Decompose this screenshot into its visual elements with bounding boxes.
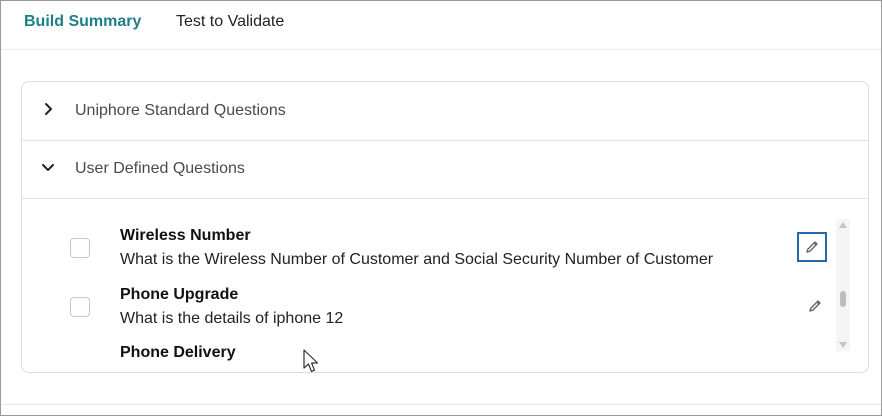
scroll-up-icon[interactable] bbox=[839, 222, 847, 228]
question-checkbox[interactable] bbox=[70, 297, 90, 317]
accordion-user-defined-questions[interactable]: User Defined Questions bbox=[22, 140, 868, 199]
accordion-title: Uniphore Standard Questions bbox=[75, 102, 286, 119]
pencil-icon bbox=[809, 300, 821, 312]
chevron-down-icon bbox=[42, 164, 54, 171]
divider bbox=[1, 404, 881, 405]
app-window: Build Summary Test to Validate Uniphore … bbox=[0, 0, 882, 416]
question-name: Wireless Number bbox=[120, 227, 251, 244]
edit-button[interactable] bbox=[800, 291, 830, 321]
tab-build-summary[interactable]: Build Summary bbox=[24, 13, 141, 31]
user-defined-question-list: Wireless Number What is the Wireless Num… bbox=[22, 199, 868, 372]
pencil-icon bbox=[806, 241, 818, 253]
tab-bar: Build Summary Test to Validate bbox=[1, 1, 881, 50]
question-name: Phone Delivery bbox=[120, 344, 236, 361]
tab-test-to-validate[interactable]: Test to Validate bbox=[176, 13, 284, 31]
list-item: Phone Delivery bbox=[22, 319, 822, 372]
accordion-uniphore-standard-questions[interactable]: Uniphore Standard Questions bbox=[22, 82, 868, 141]
list-item: Wireless Number What is the Wireless Num… bbox=[22, 199, 827, 268]
question-name: Phone Upgrade bbox=[120, 286, 239, 303]
chevron-right-icon bbox=[45, 103, 52, 115]
accordion-title: User Defined Questions bbox=[75, 160, 245, 177]
question-checkbox[interactable] bbox=[70, 238, 90, 258]
list-scrollbar[interactable] bbox=[836, 219, 850, 351]
scroll-thumb[interactable] bbox=[840, 291, 846, 307]
edit-button[interactable] bbox=[797, 232, 827, 262]
questions-panel: Uniphore Standard Questions User Defined… bbox=[21, 81, 869, 373]
scroll-down-icon[interactable] bbox=[839, 342, 847, 348]
list-item: Phone Upgrade What is the details of iph… bbox=[22, 259, 822, 327]
mouse-cursor-icon bbox=[303, 349, 319, 373]
